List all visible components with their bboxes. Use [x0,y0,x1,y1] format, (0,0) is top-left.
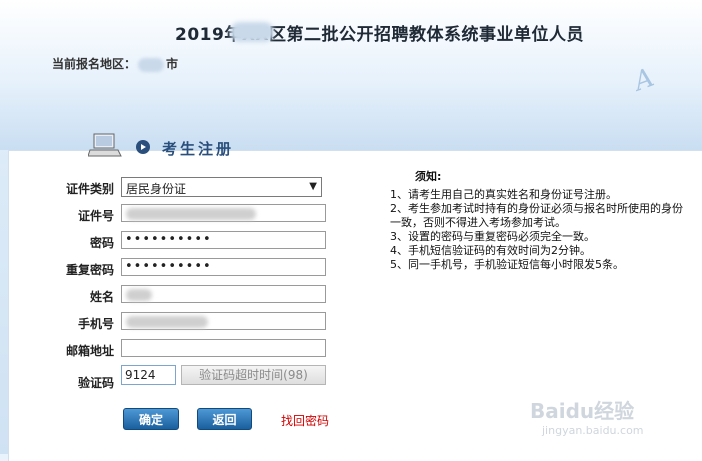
section-title: 考生注册 [162,140,235,158]
name-label: 姓名 [89,290,114,304]
redacted-phone-blur [126,316,208,328]
phone-input[interactable] [121,312,326,330]
redacted-name-blur [126,289,152,301]
password-input[interactable]: •••••••••• [121,231,326,249]
redacted-city-blur [138,57,165,72]
confirm-button[interactable]: 确定 [123,408,179,430]
section-divider [245,145,685,146]
id-type-value: 居民身份证 [126,182,187,196]
id-type-label: 证件类别 [65,182,114,196]
region-suffix: 市 [166,57,179,71]
watermark-url: jingyan.baidu.com [542,424,644,437]
password-label: 密码 [89,236,114,250]
redacted-id-blur [126,208,256,220]
redacted-region-blur [230,22,274,42]
recover-password-link[interactable]: 找回密码 [281,412,329,429]
id-number-label: 证件号 [77,209,114,223]
notice-title: 须知: [415,170,442,183]
arrow-right-icon [136,140,150,154]
captcha-timeout-button[interactable]: 验证码超时时间(98) [181,365,326,385]
back-button[interactable]: 返回 [197,408,252,430]
captcha-input[interactable]: 9124 [121,365,176,385]
email-input[interactable] [121,339,326,357]
current-region: 当前报名地区： 市 [52,55,178,72]
captcha-label: 验证码 [77,376,114,390]
phone-label: 手机号 [77,317,114,331]
notice-item: 5、同一手机号，手机验证短信每小时限发5条。 [390,258,624,271]
section-header: 考生注册 [88,128,248,162]
email-label: 邮箱地址 [65,344,114,358]
password-confirm-input[interactable]: •••••••••• [121,258,326,276]
region-label: 当前报名地区： [52,57,137,71]
watermark-brand: Baidu经验 [530,399,635,423]
id-number-input[interactable] [121,204,326,222]
id-type-select[interactable]: 居民身份证 ▼ [121,177,322,197]
decorative-script-graphic: A [630,62,659,98]
name-input[interactable] [121,285,326,303]
password-confirm-label: 重复密码 [65,263,114,277]
dropdown-arrow-icon: ▼ [309,181,317,192]
laptop-icon [88,133,122,157]
